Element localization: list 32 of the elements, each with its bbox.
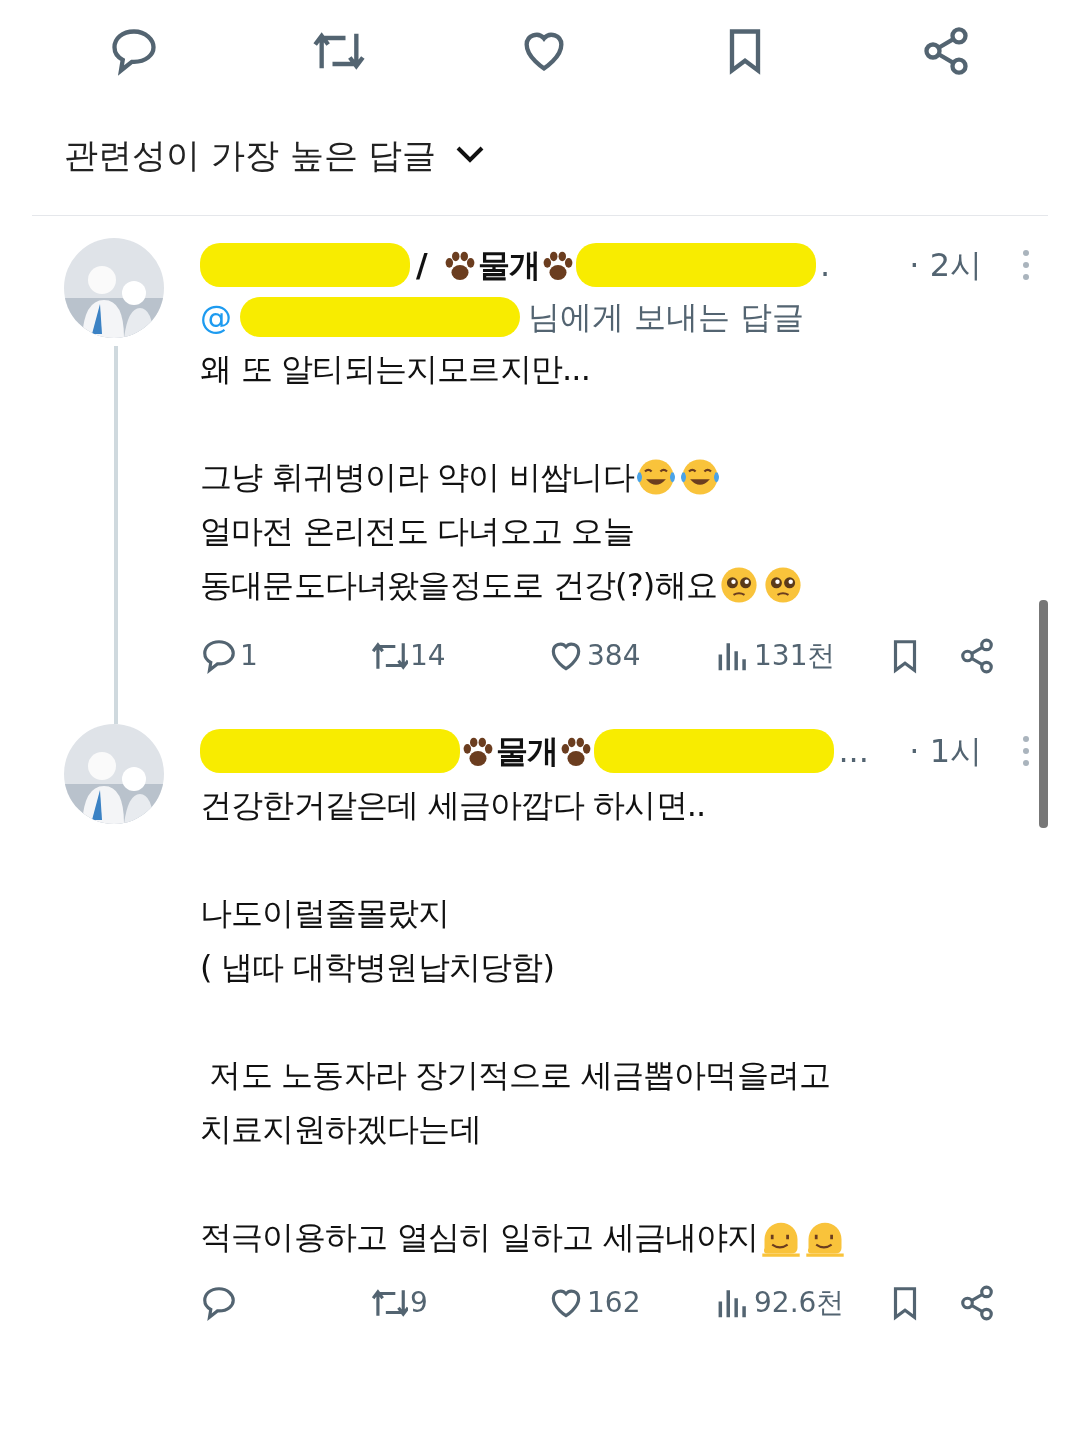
tweet-text: 나도이럴줄몰랐지 [200, 893, 450, 934]
display-name: 물개 [496, 731, 559, 772]
share-icon[interactable] [958, 637, 996, 675]
count-label: 131천 [754, 638, 836, 674]
count-label: 162 [587, 1285, 641, 1321]
tweet-text: 그냥 휘귀병이라 약이 비쌉니다 [200, 457, 634, 498]
name-ellipsis: . [820, 245, 831, 286]
share-icon[interactable] [958, 1284, 996, 1322]
display-name-separator: / [416, 245, 428, 286]
tweet-text: 적극이용하고 열심히 일하고 세금내야지 [200, 1217, 759, 1258]
name-ellipsis: ... [838, 731, 869, 772]
count-label: 92.6천 [754, 1285, 845, 1321]
count-label: 9 [410, 1285, 428, 1321]
tweet-text: 왜 또 알티되는지모르지만... [200, 349, 591, 390]
reply-icon[interactable] [200, 1284, 238, 1322]
timestamp: · 1시 [909, 731, 982, 772]
count-label: 384 [587, 638, 641, 674]
reply-icon[interactable] [200, 637, 238, 675]
reply-to-label: 님에게 보내는 답글 [528, 297, 805, 338]
chevron-down-icon[interactable] [456, 146, 485, 164]
tweet-text: 치료지원하겠다는데 [200, 1109, 481, 1150]
scrollbar[interactable] [1039, 600, 1048, 828]
sort-label[interactable]: 관련성이 가장 높은 답글 [64, 129, 437, 181]
tweet-text: 동대문도다녀왔을정도로 건강(?)해요 [200, 565, 717, 606]
count-label: 1 [240, 638, 258, 674]
count-label: 14 [410, 638, 446, 674]
timestamp: · 2시 [909, 245, 982, 286]
tweet-text: ( 냅따 대학병원납치당함) [200, 947, 555, 988]
tweet-text: 얼마전 온리전도 다녀오고 오늘 [200, 511, 634, 552]
tweet-text: 저도 노동자라 장기적으로 세금뽑아먹을려고 [208, 1055, 831, 1096]
tweet-text: 건강한거같은데 세금아깝다 하시면.. [200, 785, 706, 826]
display-name: 물개 [477, 245, 541, 286]
